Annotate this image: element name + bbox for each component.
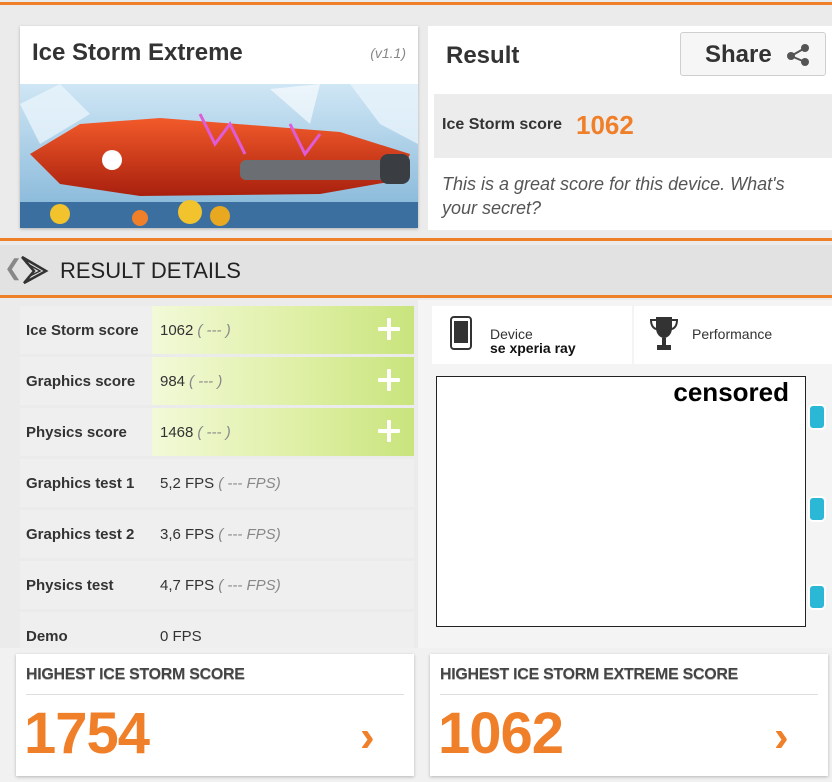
highest-card-title: HIGHEST ICE STORM SCORE <box>26 666 245 683</box>
benchmark-artwork <box>20 84 418 228</box>
expand-plus-icon[interactable] <box>376 367 402 393</box>
comparison-slider-handle[interactable] <box>808 584 826 610</box>
result-details-title: RESULT DETAILS <box>60 258 241 283</box>
benchmark-version: (v1.1) <box>370 45 406 61</box>
futuremark-logo-icon <box>21 255 49 285</box>
result-title: Result <box>446 42 520 69</box>
score-value: 1062 <box>576 110 634 140</box>
table-row[interactable]: Graphics score 984( --- ) <box>20 357 414 405</box>
table-row[interactable]: Physics score 1468( --- ) <box>20 408 414 456</box>
row-sub: ( --- FPS) <box>218 475 281 492</box>
table-row: Physics test 4,7 FPS( --- FPS) <box>20 561 414 609</box>
highest-card-score: 1062 <box>438 701 564 766</box>
chevron-right-icon[interactable]: › <box>360 712 375 762</box>
row-value: 3,6 FPS <box>160 526 215 543</box>
benchmark-card[interactable]: Ice Storm Extreme (v1.1) <box>20 26 418 228</box>
row-label: Physics test <box>26 577 114 594</box>
comparison-slider-handle[interactable] <box>808 496 826 522</box>
spaceship-artwork <box>20 84 418 228</box>
censored-box: censored <box>436 376 806 627</box>
row-label: Graphics test 2 <box>26 526 135 543</box>
row-value: 1468 <box>160 424 194 441</box>
highest-ice-storm-extreme-card[interactable]: HIGHEST ICE STORM EXTREME SCORE 1062 › <box>430 654 828 776</box>
table-row[interactable]: Ice Storm score 1062( --- ) <box>20 306 414 354</box>
table-row: Demo 0 FPS <box>20 612 414 650</box>
tab-performance[interactable]: Performance <box>634 306 832 364</box>
trophy-icon <box>649 317 679 350</box>
highest-card-title: HIGHEST ICE STORM EXTREME SCORE <box>440 666 738 683</box>
row-value: 984 <box>160 373 186 390</box>
chevron-right-icon[interactable]: › <box>774 712 789 762</box>
row-value: 4,7 FPS <box>160 577 215 594</box>
highest-ice-storm-card[interactable]: HIGHEST ICE STORM SCORE 1754 › <box>16 654 414 776</box>
benchmark-title: Ice Storm Extreme <box>32 39 243 66</box>
details-accent-line <box>0 295 832 298</box>
result-details-bar[interactable]: ❮ RESULT DETAILS <box>0 245 832 295</box>
share-label: Share <box>705 41 772 68</box>
row-sub: ( --- FPS) <box>218 526 281 543</box>
performance-label: Performance <box>692 326 773 342</box>
row-label: Graphics test 1 <box>26 475 135 492</box>
row-label: Physics score <box>26 424 127 441</box>
device-name: se xperia ray <box>490 340 576 356</box>
highest-card-score: 1754 <box>24 701 150 766</box>
row-value: 5,2 FPS <box>160 475 215 492</box>
phone-icon <box>450 316 472 350</box>
score-label: Ice Storm score <box>442 116 563 133</box>
divider <box>26 694 404 695</box>
top-accent-line <box>0 2 832 5</box>
row-sub: ( --- FPS) <box>218 577 281 594</box>
table-row: Graphics test 2 3,6 FPS( --- FPS) <box>20 510 414 558</box>
row-label: Ice Storm score <box>26 322 139 339</box>
row-value: 1062 <box>160 322 194 339</box>
expand-plus-icon[interactable] <box>376 316 402 342</box>
header-accent-line <box>0 238 832 241</box>
row-sub: ( --- ) <box>197 424 231 441</box>
ice-storm-score-row: Ice Storm score 1062 <box>434 94 832 158</box>
expand-plus-icon[interactable] <box>376 418 402 444</box>
result-panel: Result Share Ice Storm score 1062 This i… <box>428 26 832 230</box>
row-label: Demo <box>26 628 68 645</box>
row-sub: ( --- ) <box>189 373 223 390</box>
censored-label: censored <box>673 377 789 407</box>
score-message: This is a great score for this device. W… <box>442 174 785 218</box>
divider <box>440 694 818 695</box>
results-table: Ice Storm score 1062( --- ) Graphics sco… <box>20 306 414 650</box>
share-button[interactable]: Share <box>680 32 826 76</box>
row-label: Graphics score <box>26 373 136 390</box>
comparison-slider-handle[interactable] <box>808 404 826 430</box>
row-value: 0 FPS <box>160 628 202 645</box>
table-row: Graphics test 1 5,2 FPS( --- FPS) <box>20 459 414 507</box>
row-sub: ( --- ) <box>197 322 231 339</box>
tab-device[interactable]: Device se xperia ray <box>432 306 632 364</box>
share-icon <box>787 44 809 66</box>
